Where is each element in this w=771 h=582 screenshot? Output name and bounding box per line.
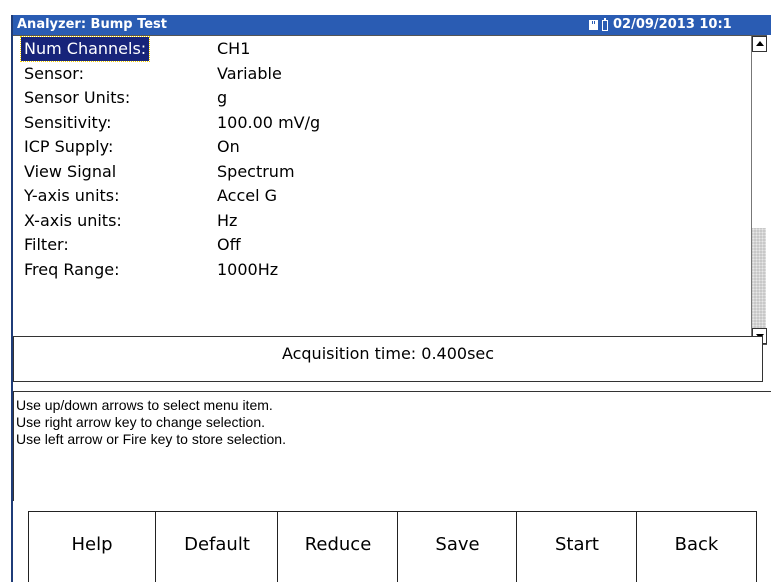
softkey-start-button[interactable]: Start bbox=[516, 511, 638, 582]
setting-row[interactable]: Filter: Off bbox=[21, 233, 721, 258]
scrollbar[interactable] bbox=[751, 36, 767, 344]
setting-row[interactable]: Sensor Units: g bbox=[21, 86, 721, 111]
setting-value: On bbox=[217, 137, 240, 156]
setting-value: g bbox=[217, 88, 228, 107]
setting-value: CH1 bbox=[217, 39, 251, 58]
setting-label: Freq Range: bbox=[24, 259, 120, 279]
setting-label: Sensor: bbox=[24, 63, 84, 83]
setting-row[interactable]: Freq Range: 1000Hz bbox=[21, 258, 721, 283]
title-bar: Analyzer: Bump Test 02/09/2013 10:1 bbox=[13, 15, 771, 35]
scroll-up-button[interactable] bbox=[752, 36, 767, 52]
settings-list: Num Channels: CH1 Sensor: Variable Sensor Un… bbox=[13, 35, 767, 345]
acquisition-time-box: Acquisition time: 0.400sec bbox=[13, 336, 763, 382]
setting-row[interactable]: X-axis units: Hz bbox=[21, 209, 721, 234]
setting-label: X-axis units: bbox=[24, 210, 122, 230]
setting-value: Variable bbox=[217, 63, 282, 83]
softkey-reduce-button[interactable]: Reduce bbox=[277, 511, 399, 582]
scroll-track[interactable] bbox=[752, 228, 766, 328]
setting-label: Y-axis units: bbox=[24, 186, 120, 205]
setting-label: Filter: bbox=[24, 235, 69, 254]
setting-row[interactable]: View Signal Spectrum bbox=[21, 160, 721, 185]
setting-row[interactable]: Num Channels: CH1 bbox=[19, 36, 721, 62]
setting-label: Sensor Units: bbox=[24, 88, 131, 107]
help-text-box: Use up/down arrows to select menu item. … bbox=[13, 391, 771, 501]
setting-value: 100.00 mV/g bbox=[217, 112, 321, 132]
softkey-help-button[interactable]: Help bbox=[28, 511, 156, 582]
help-line: Use left arrow or Fire key to store sele… bbox=[16, 431, 286, 447]
app-window: Analyzer: Bump Test 02/09/2013 10:1 Num … bbox=[11, 15, 771, 582]
setting-value: Spectrum bbox=[217, 161, 295, 181]
setting-label: Sensitivity: bbox=[24, 112, 112, 132]
softkey-back-button[interactable]: Back bbox=[636, 511, 757, 582]
setting-row[interactable]: Y-axis units: Accel G bbox=[21, 184, 721, 209]
settings-rows: Num Channels: CH1 Sensor: Variable Sensor Un… bbox=[19, 36, 721, 283]
status-area: 02/09/2013 10:1 bbox=[589, 15, 732, 35]
setting-label: View Signal bbox=[24, 161, 117, 181]
window-title: Analyzer: Bump Test bbox=[17, 17, 167, 32]
help-line: Use up/down arrows to select menu item. bbox=[16, 397, 273, 413]
softkey-bar: Help Default Reduce Save Start Back bbox=[13, 511, 771, 582]
setting-value: Hz bbox=[217, 210, 238, 230]
setting-value: 1000Hz bbox=[217, 259, 279, 279]
datetime: 02/09/2013 10:1 bbox=[613, 17, 732, 32]
setting-label: ICP Supply: bbox=[24, 137, 114, 156]
setting-label: Num Channels: bbox=[19, 36, 151, 62]
softkey-save-button[interactable]: Save bbox=[397, 511, 518, 582]
setting-value: Off bbox=[217, 235, 241, 254]
softkey-default-button[interactable]: Default bbox=[155, 511, 279, 582]
help-line: Use right arrow key to change selection. bbox=[16, 414, 266, 430]
battery-icon bbox=[602, 17, 608, 31]
setting-row[interactable]: ICP Supply: On bbox=[21, 135, 721, 160]
sd-card-icon bbox=[589, 20, 598, 30]
setting-value: Accel G bbox=[217, 186, 278, 205]
setting-row[interactable]: Sensitivity: 100.00 mV/g bbox=[21, 111, 721, 136]
setting-row[interactable]: Sensor: Variable bbox=[21, 62, 721, 87]
scroll-thumb[interactable] bbox=[752, 52, 766, 228]
arrow-up-icon bbox=[756, 41, 764, 46]
acquisition-time-text: Acquisition time: 0.400sec bbox=[281, 344, 495, 363]
